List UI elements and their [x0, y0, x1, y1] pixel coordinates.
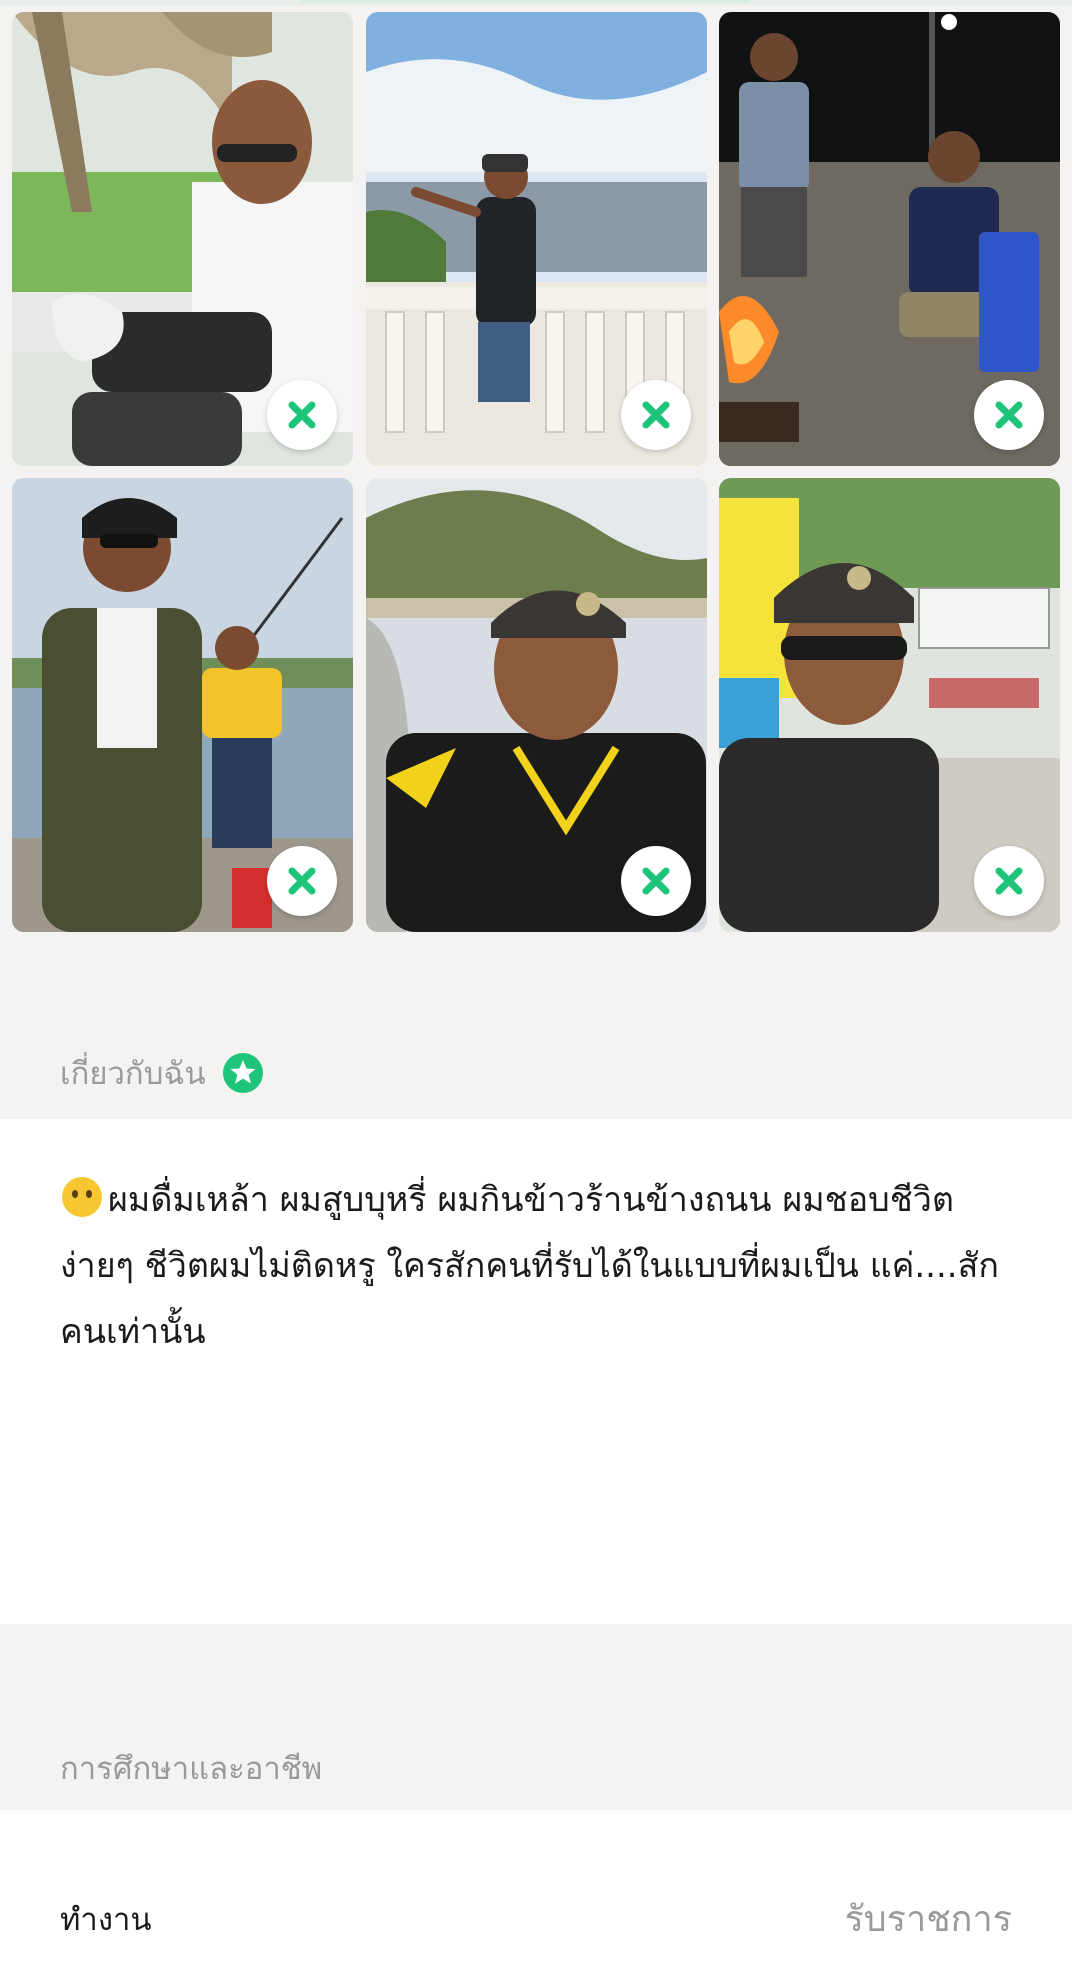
work-row[interactable]: ทำงาน รับราชการ: [60, 1890, 1012, 1947]
remove-photo-button[interactable]: [621, 380, 691, 450]
close-icon: [642, 401, 670, 429]
about-title: เกี่ยวกับฉัน: [60, 1056, 206, 1092]
photo-tile-1[interactable]: [12, 12, 353, 466]
photo-tile-6[interactable]: [719, 478, 1060, 932]
close-icon: [288, 867, 316, 895]
about-text: ผมดื่มเหล้า ผมสูบบุหรี่ ผมกินข้าวร้านข้า…: [60, 1180, 999, 1352]
photo-tile-3[interactable]: [719, 12, 1060, 466]
about-text-block: ผมดื่มเหล้า ผมสูบบุหรี่ ผมกินข้าวร้านข้า…: [60, 1167, 1020, 1365]
work-label: ทำงาน: [60, 1901, 152, 1938]
education-title: การศึกษาและอาชีพ: [60, 1751, 323, 1787]
remove-photo-button[interactable]: [974, 380, 1044, 450]
close-icon: [995, 867, 1023, 895]
close-icon: [642, 867, 670, 895]
close-icon: [288, 401, 316, 429]
about-panel[interactable]: ผมดื่มเหล้า ผมสูบบุหรี่ ผมกินข้าวร้านข้า…: [0, 1119, 1072, 1624]
remove-photo-button[interactable]: [267, 380, 337, 450]
no-mouth-face-emoji-icon: [62, 1177, 102, 1217]
education-section-header: การศึกษาและอาชีพ: [0, 1745, 1072, 1791]
close-icon: [995, 401, 1023, 429]
verified-star-icon: [222, 1053, 263, 1093]
remove-photo-button[interactable]: [974, 846, 1044, 916]
remove-photo-button[interactable]: [621, 846, 691, 916]
photo-grid: [0, 0, 1072, 940]
photo-tile-4[interactable]: [12, 478, 353, 932]
remove-photo-button[interactable]: [267, 846, 337, 916]
photo-tile-2[interactable]: [366, 12, 707, 466]
work-panel[interactable]: ทำงาน รับราชการ: [0, 1810, 1072, 1984]
about-section-header: เกี่ยวกับฉัน: [0, 1050, 1072, 1096]
photo-tile-5[interactable]: [366, 478, 707, 932]
work-value: รับราชการ: [844, 1899, 1012, 1940]
